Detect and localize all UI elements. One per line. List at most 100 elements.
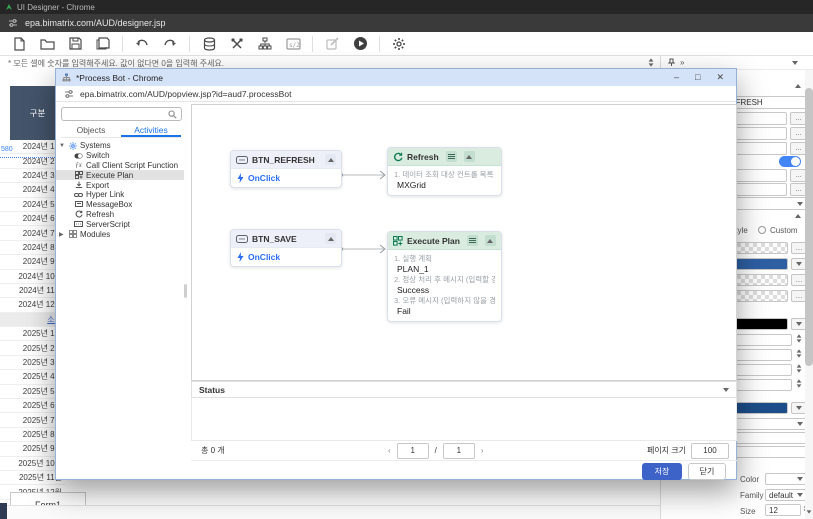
node-field-value: MXGrid [394, 180, 495, 191]
tree-node-execute-plan[interactable]: Execute Plan [56, 170, 184, 180]
panel-splitter-handle[interactable] [184, 284, 187, 298]
tree-node-call-client-script-function[interactable]: ƒx Call Client Script Function [56, 161, 184, 171]
font-color-select[interactable] [765, 473, 807, 485]
tree-node-serverscript[interactable]: ServerScript [56, 219, 184, 229]
close-dialog-button[interactable]: 닫기 [688, 463, 726, 480]
save-all-button[interactable] [94, 35, 112, 53]
page-count-input[interactable] [443, 443, 475, 459]
node-btn-refresh[interactable]: BTN_REFRESH OnClick [230, 150, 342, 188]
popup-titlebar[interactable]: *Process Bot - Chrome – □ ✕ [56, 69, 736, 86]
maximize-button[interactable]: □ [695, 72, 700, 83]
collapse-node-button[interactable] [325, 233, 336, 244]
page-size-label: 페이지 크기 [647, 445, 686, 456]
refresh-icon [393, 152, 403, 162]
font-family-label: Family [740, 491, 764, 500]
pagination-bar: 총 0 개 ‹ / › 페이지 크기 [191, 441, 737, 461]
undo-button[interactable] [133, 35, 151, 53]
database-button[interactable] [200, 35, 218, 53]
caret-down-icon[interactable]: ▼ [59, 143, 65, 149]
run-button[interactable] [351, 35, 369, 53]
tree-node-switch[interactable]: Switch [56, 151, 184, 161]
close-button[interactable]: ✕ [716, 72, 724, 83]
serverscript-icon [74, 221, 83, 227]
execute-plan-icon [74, 171, 83, 179]
font-family-select[interactable]: default [765, 489, 807, 501]
process-bot-popup: *Process Bot - Chrome – □ ✕ epa.bimatrix… [55, 68, 737, 480]
font-color-label: Color [740, 475, 759, 484]
gear-icon [68, 142, 77, 150]
node-field-label: 2. 정상 처리 후 메시지 (입력할 경우 [394, 275, 495, 285]
minimize-button[interactable]: – [674, 72, 679, 83]
custom-radio-label: Custom [770, 226, 798, 235]
node-btn-save[interactable]: BTN_SAVE OnClick [230, 229, 342, 267]
status-section-header[interactable]: Status [191, 381, 737, 398]
flow-canvas[interactable]: BTN_REFRESH OnClick Refresh [191, 104, 737, 381]
row-height-marker: 580 [1, 146, 13, 153]
save-button[interactable] [66, 35, 84, 53]
script-window-button[interactable]: s/2 [284, 35, 302, 53]
node-field-label: 1. 데이터 조회 대상 컨트롤 목록 [394, 170, 495, 180]
collapse-panel-icon[interactable]: » [680, 58, 684, 67]
redo-button[interactable] [161, 35, 179, 53]
bottom-strip [0, 505, 660, 519]
stepper-buttons[interactable] [796, 349, 802, 358]
app-logo-icon [5, 3, 13, 11]
switch-icon [74, 153, 83, 159]
next-page-icon[interactable]: › [481, 446, 484, 455]
tab-objects[interactable]: Objects [61, 125, 121, 137]
activities-tree: ▼ Systems Switch ƒx Call Client Script F… [56, 141, 184, 239]
toolbar-divider [122, 36, 123, 52]
node-field-label: 1. 실행 계획 [394, 254, 495, 264]
popup-favicon-sitemap-icon [62, 73, 71, 82]
font-size-label: Size [740, 507, 756, 516]
search-input[interactable] [61, 107, 182, 121]
open-folder-button[interactable] [38, 35, 56, 53]
custom-radio[interactable] [758, 226, 766, 234]
collapse-node-button[interactable] [325, 154, 336, 165]
caret-right-icon[interactable]: ▶ [59, 231, 65, 238]
panel-scrollbar-thumb[interactable] [805, 88, 813, 366]
node-execute-plan[interactable]: Execute Plan 1. 실행 계획 PLAN_1 2. 정상 처리 후 … [387, 231, 502, 322]
new-file-button[interactable] [10, 35, 28, 53]
save-button[interactable]: 저장 [642, 463, 682, 480]
section-collapse-icon[interactable] [795, 84, 801, 88]
collapse-node-button[interactable] [464, 151, 475, 162]
event-onclick[interactable]: OnClick [237, 252, 335, 262]
scroll-down-icon[interactable] [807, 510, 812, 513]
node-field-value: Success [394, 285, 495, 296]
page-input[interactable] [397, 443, 429, 459]
tree-node-export[interactable]: Export [56, 180, 184, 190]
collapse-node-button[interactable] [485, 235, 496, 246]
tree-node-hyper-link[interactable]: Hyper Link [56, 190, 184, 200]
popup-footer: 저장 닫기 [56, 461, 738, 481]
toolbar-divider [379, 36, 380, 52]
panel-chevron-down-icon[interactable] [792, 61, 798, 65]
stepper-buttons[interactable] [796, 379, 802, 388]
tab-activities[interactable]: Activities [121, 125, 181, 137]
event-onclick[interactable]: OnClick [237, 173, 335, 183]
node-menu-button[interactable] [446, 151, 457, 162]
page-size-input[interactable] [691, 443, 729, 459]
address-bar[interactable]: epa.bimatrix.com/AUD/designer.jsp [0, 14, 813, 32]
tree-node-modules[interactable]: ▶ Modules [56, 229, 184, 239]
popup-address-bar[interactable]: epa.bimatrix.com/AUD/popview.jsp?id=aud7… [56, 86, 736, 102]
stepper-buttons[interactable] [796, 334, 802, 343]
sitemap-button[interactable] [256, 35, 274, 53]
tree-node-systems[interactable]: ▼ Systems [56, 141, 184, 151]
visible-toggle[interactable] [779, 156, 801, 167]
node-refresh[interactable]: Refresh 1. 데이터 조회 대상 컨트롤 목록 MXGrid [387, 147, 502, 196]
font-size-field[interactable]: 12 [765, 504, 801, 516]
stepper-buttons[interactable] [796, 364, 802, 373]
button-icon [236, 235, 248, 243]
tools-button[interactable] [228, 35, 246, 53]
edit-button[interactable] [323, 35, 341, 53]
pin-icon[interactable] [668, 58, 675, 67]
tune-icon [8, 18, 18, 28]
settings-gear-button[interactable] [390, 35, 408, 53]
prev-page-icon[interactable]: ‹ [388, 446, 391, 455]
node-menu-button[interactable] [467, 235, 478, 246]
mini-stepper[interactable] [648, 58, 654, 67]
tree-node-refresh[interactable]: Refresh [56, 210, 184, 220]
tree-node-messagebox[interactable]: MessageBox [56, 200, 184, 210]
section-collapse-icon[interactable] [795, 214, 801, 218]
